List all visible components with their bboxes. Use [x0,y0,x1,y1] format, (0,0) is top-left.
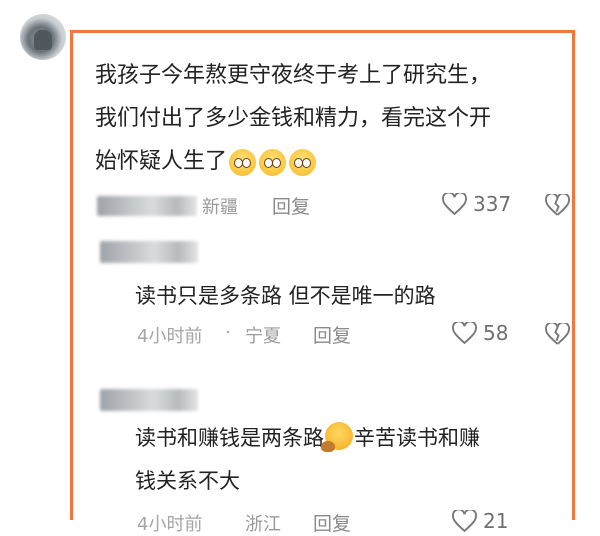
pleading-face-emoji-icon [289,149,317,176]
reply-text-segment: 辛苦读书和赚 [354,426,480,450]
heart-icon [442,193,467,215]
pleading-face-emoji-icon [229,149,257,176]
comment-line: 始怀疑人生了 [95,149,228,174]
like-button[interactable]: 337 [442,192,511,216]
reply-text: 读书只是多条路 但不是唯一的路 [135,284,436,308]
blurred-username [100,389,198,411]
reply-time: 4小时前 [137,514,203,535]
comment-line: 我们付出了多少金钱和精力，看完这个开 [95,106,492,131]
heart-icon [452,510,477,532]
reply-button[interactable]: 回复 [313,321,351,348]
comment-line: 我孩子今年熬更守夜终于考上了研究生， [95,63,492,88]
broken-heart-icon[interactable] [545,194,570,216]
blurred-timestamp [97,196,197,216]
emoji-group [229,141,319,184]
like-count: 337 [473,192,512,216]
broken-heart-icon[interactable] [545,323,570,345]
like-button[interactable]: 21 [452,509,508,533]
location-label: 新疆 [202,197,238,218]
like-count: 21 [483,509,509,533]
avatar[interactable] [20,14,66,60]
reply-button[interactable]: 回复 [272,192,310,219]
like-count: 58 [483,321,509,345]
meta-separator: · [225,322,231,343]
thinking-face-emoji-icon [321,422,353,452]
location-label: 宁夏 [245,326,281,347]
blurred-username [100,241,198,263]
reply-time: 4小时前 [137,326,203,347]
reply-text: 读书和赚钱是两条路 辛苦读书和赚 [135,422,480,452]
reply-button[interactable]: 回复 [313,509,351,536]
heart-icon [452,322,477,344]
comment-line-with-emoji: 始怀疑人生了 [95,140,570,184]
reply-text: 钱关系不大 [135,469,240,493]
pleading-face-emoji-icon [259,149,287,176]
reply-text-segment: 读书和赚钱是两条路 [135,426,324,450]
location-label: 浙江 [245,514,281,535]
main-comment-text: 我孩子今年熬更守夜终于考上了研究生， 我们付出了多少金钱和精力，看完这个开 始怀… [95,54,570,184]
like-button[interactable]: 58 [452,321,508,345]
